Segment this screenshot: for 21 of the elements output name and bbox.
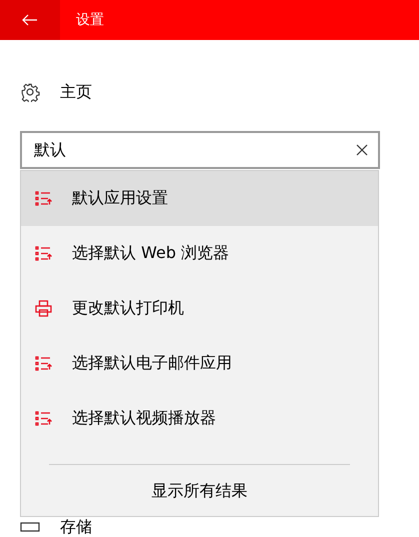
search-input[interactable]: 默认 bbox=[34, 140, 356, 160]
suggestion-item[interactable]: 选择默认视频播放器 bbox=[21, 391, 378, 446]
suggestion-item[interactable]: 选择默认电子邮件应用 bbox=[21, 336, 378, 391]
suggestion-item[interactable]: 更改默认打印机 bbox=[21, 281, 378, 336]
suggestion-item[interactable]: 选择默认 Web 浏览器 bbox=[21, 226, 378, 281]
clear-button[interactable] bbox=[356, 144, 368, 156]
suggestion-item[interactable]: 默认应用设置 bbox=[21, 171, 378, 226]
list-icon bbox=[35, 411, 52, 426]
show-all-results-button[interactable]: 显示所有结果 bbox=[140, 473, 260, 510]
nav-item[interactable]: 存储 bbox=[60, 516, 92, 537]
list-icon bbox=[35, 191, 52, 206]
printer-icon bbox=[35, 300, 52, 317]
settings-icon bbox=[20, 82, 40, 102]
close-icon bbox=[356, 144, 368, 156]
list-icon bbox=[35, 246, 52, 261]
search-field[interactable]: 默认 bbox=[20, 131, 380, 169]
list-icon bbox=[35, 356, 52, 371]
home-link[interactable]: 主页 bbox=[60, 82, 92, 102]
back-arrow-icon bbox=[22, 14, 38, 26]
window-title: 设置 bbox=[76, 11, 104, 29]
drive-icon bbox=[20, 522, 40, 532]
